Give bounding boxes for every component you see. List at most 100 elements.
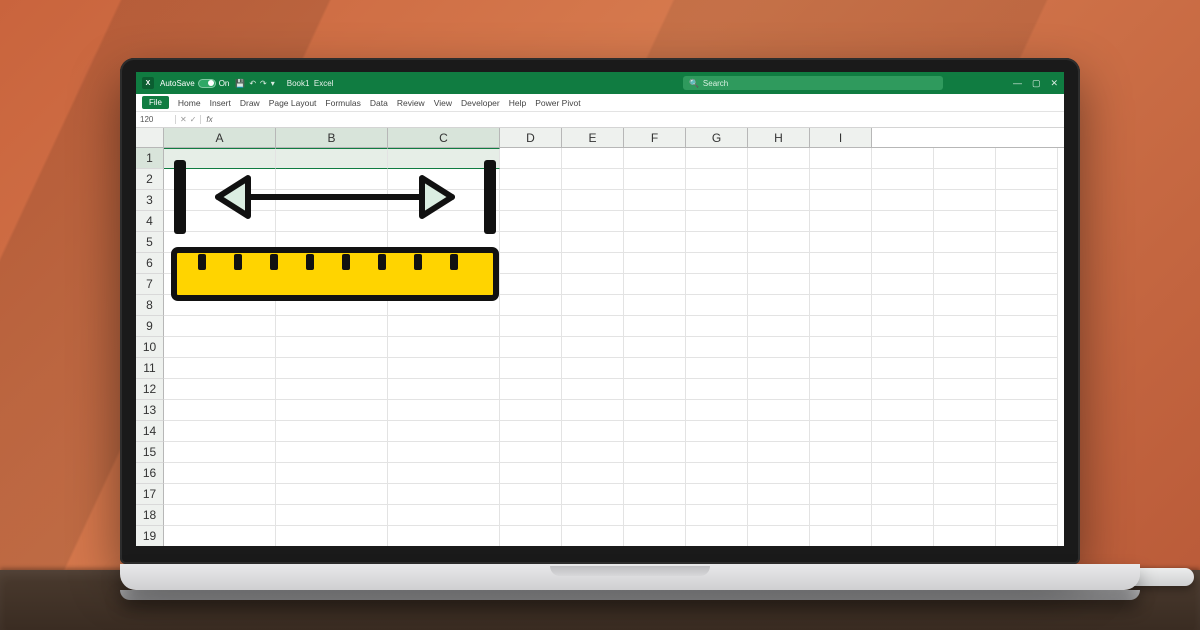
- tab-formulas[interactable]: Formulas: [325, 98, 360, 108]
- row-header[interactable]: 19: [136, 526, 164, 546]
- cell[interactable]: [500, 211, 562, 232]
- cell[interactable]: [872, 253, 934, 274]
- cell[interactable]: [748, 358, 810, 379]
- cell[interactable]: [624, 274, 686, 295]
- tab-review[interactable]: Review: [397, 98, 425, 108]
- cell[interactable]: [686, 358, 748, 379]
- select-all-corner[interactable]: [136, 128, 164, 147]
- cell[interactable]: [810, 169, 872, 190]
- cell[interactable]: [748, 274, 810, 295]
- cell[interactable]: [872, 337, 934, 358]
- cell[interactable]: [388, 274, 500, 295]
- cell[interactable]: [872, 421, 934, 442]
- cell[interactable]: [500, 379, 562, 400]
- row-5[interactable]: 5: [136, 232, 1064, 253]
- cell[interactable]: [996, 526, 1058, 546]
- column-headers[interactable]: A B C D E F G H I: [136, 128, 1064, 148]
- cell[interactable]: [500, 358, 562, 379]
- cell[interactable]: [810, 295, 872, 316]
- cell[interactable]: [562, 337, 624, 358]
- cell[interactable]: [996, 316, 1058, 337]
- cell[interactable]: [164, 274, 276, 295]
- cell[interactable]: [388, 463, 500, 484]
- row-header[interactable]: 18: [136, 505, 164, 526]
- cell[interactable]: [748, 421, 810, 442]
- cell[interactable]: [934, 169, 996, 190]
- row-header[interactable]: 13: [136, 400, 164, 421]
- cell[interactable]: [276, 505, 388, 526]
- cell[interactable]: [810, 526, 872, 546]
- cell[interactable]: [810, 274, 872, 295]
- formula-bar[interactable]: 120 ✕ ✓ fx: [136, 112, 1064, 128]
- row-18[interactable]: 18: [136, 505, 1064, 526]
- row-9[interactable]: 9: [136, 316, 1064, 337]
- cell[interactable]: [562, 295, 624, 316]
- ribbon-tabs[interactable]: File Home Insert Draw Page Layout Formul…: [136, 94, 1064, 112]
- cell[interactable]: [872, 190, 934, 211]
- close-icon[interactable]: ✕: [1050, 78, 1058, 89]
- quick-access-toolbar[interactable]: 💾 ↶ ↷ ▾: [235, 79, 274, 88]
- row-header[interactable]: 10: [136, 337, 164, 358]
- cell[interactable]: [164, 316, 276, 337]
- row-10[interactable]: 10: [136, 337, 1064, 358]
- cell[interactable]: [388, 316, 500, 337]
- cell[interactable]: [624, 190, 686, 211]
- cell[interactable]: [562, 526, 624, 546]
- tab-draw[interactable]: Draw: [240, 98, 260, 108]
- cell[interactable]: [748, 379, 810, 400]
- cell[interactable]: [810, 358, 872, 379]
- cell[interactable]: [624, 463, 686, 484]
- cell[interactable]: [164, 232, 276, 253]
- cell[interactable]: [748, 505, 810, 526]
- row-16[interactable]: 16: [136, 463, 1064, 484]
- cell[interactable]: [562, 442, 624, 463]
- cell[interactable]: [276, 400, 388, 421]
- cell[interactable]: [276, 190, 388, 211]
- row-header[interactable]: 8: [136, 295, 164, 316]
- cell[interactable]: [562, 463, 624, 484]
- col-header-d[interactable]: D: [500, 128, 562, 147]
- cell[interactable]: [388, 526, 500, 546]
- cell[interactable]: [872, 295, 934, 316]
- cell[interactable]: [164, 337, 276, 358]
- row-14[interactable]: 14: [136, 421, 1064, 442]
- tab-help[interactable]: Help: [509, 98, 526, 108]
- cell[interactable]: [934, 337, 996, 358]
- cell[interactable]: [748, 526, 810, 546]
- cell[interactable]: [810, 211, 872, 232]
- cell[interactable]: [748, 463, 810, 484]
- cell[interactable]: [686, 316, 748, 337]
- cell[interactable]: [500, 190, 562, 211]
- cell[interactable]: [276, 358, 388, 379]
- cell[interactable]: [500, 232, 562, 253]
- cell[interactable]: [996, 337, 1058, 358]
- cell[interactable]: [562, 232, 624, 253]
- cell[interactable]: [388, 253, 500, 274]
- col-header-h[interactable]: H: [748, 128, 810, 147]
- cell[interactable]: [276, 316, 388, 337]
- cell[interactable]: [276, 442, 388, 463]
- cell[interactable]: [686, 337, 748, 358]
- cell[interactable]: [748, 232, 810, 253]
- cell[interactable]: [872, 505, 934, 526]
- cell[interactable]: [748, 169, 810, 190]
- cell[interactable]: [388, 379, 500, 400]
- cell[interactable]: [500, 505, 562, 526]
- cell[interactable]: [810, 463, 872, 484]
- cell[interactable]: [164, 190, 276, 211]
- cell[interactable]: [996, 169, 1058, 190]
- cell[interactable]: [996, 190, 1058, 211]
- cell[interactable]: [164, 442, 276, 463]
- tab-power-pivot[interactable]: Power Pivot: [535, 98, 580, 108]
- cell[interactable]: [624, 400, 686, 421]
- cell[interactable]: [996, 274, 1058, 295]
- cell[interactable]: [500, 148, 562, 169]
- cell[interactable]: [562, 421, 624, 442]
- cancel-icon[interactable]: ✕: [180, 115, 187, 124]
- window-controls[interactable]: — ▢ ✕: [1013, 78, 1058, 89]
- row-header[interactable]: 12: [136, 379, 164, 400]
- qat-more-icon[interactable]: ▾: [271, 79, 275, 88]
- cell[interactable]: [810, 379, 872, 400]
- cell[interactable]: [562, 505, 624, 526]
- cell[interactable]: [388, 337, 500, 358]
